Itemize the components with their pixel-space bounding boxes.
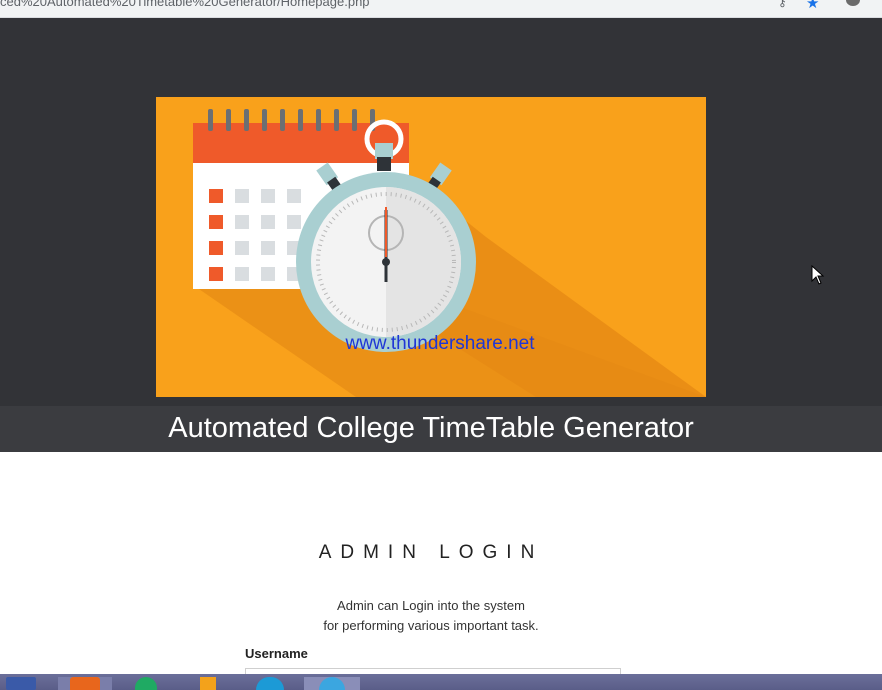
timetable-banner-image: www.thundershare.net [156,97,706,397]
watermark-text: www.thundershare.net [344,333,535,354]
windows-taskbar [0,674,882,690]
login-description: Admin can Login into the system for perf… [0,596,862,636]
edge-icon[interactable] [256,677,286,690]
start-button-icon[interactable] [6,677,36,690]
extension-icon[interactable] [846,0,860,6]
hero-section: www.thundershare.net Automated College T… [0,18,882,452]
login-description-line2: for performing various important task. [323,618,539,633]
app-icon-3[interactable] [196,677,220,690]
admin-login-heading: ADMIN LOGIN [318,542,544,563]
site-title: Automated College TimeTable Generator [168,412,694,444]
app-icon-1[interactable] [58,677,112,690]
username-label: Username [245,646,308,661]
calendar-stopwatch-illustration: www.thundershare.net [193,109,706,397]
mouse-cursor-icon [811,265,825,285]
login-description-line1: Admin can Login into the system [337,598,525,613]
bookmark-star-icon[interactable]: ★ [806,0,819,12]
app-icon-2[interactable] [135,677,159,690]
key-icon[interactable]: ⚷ [778,0,787,9]
url-text[interactable]: ced%20Automated%20Timetable%20Generator/… [0,0,370,9]
browser-address-bar[interactable]: ced%20Automated%20Timetable%20Generator/… [0,0,882,18]
browser-icon[interactable] [304,677,360,690]
